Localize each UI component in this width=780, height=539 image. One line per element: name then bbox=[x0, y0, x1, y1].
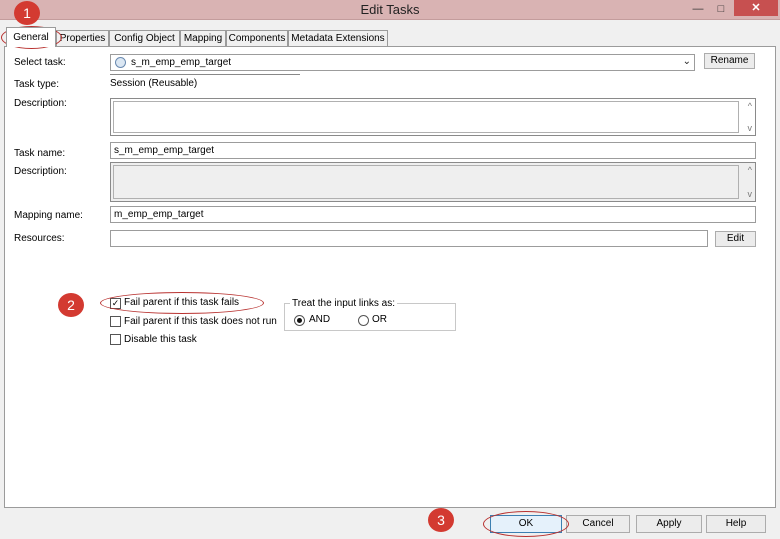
scroll-down-icon[interactable]: v bbox=[748, 189, 753, 199]
task-type-label: Task type: bbox=[14, 79, 60, 90]
tab-properties[interactable]: Properties bbox=[56, 30, 109, 46]
session-icon bbox=[115, 57, 126, 68]
annotation-marker-1: 1 bbox=[14, 1, 40, 25]
ok-button-highlight bbox=[483, 511, 569, 537]
or-radio[interactable] bbox=[358, 315, 369, 326]
rename-button[interactable]: Rename bbox=[704, 53, 755, 69]
tab-mapping[interactable]: Mapping bbox=[180, 30, 226, 46]
apply-button[interactable]: Apply bbox=[636, 515, 702, 533]
tab-components[interactable]: Components bbox=[226, 30, 288, 46]
scroll-down-icon[interactable]: v bbox=[748, 123, 753, 133]
task-type-divider bbox=[110, 74, 300, 75]
mapping-name-label: Mapping name: bbox=[14, 210, 83, 221]
description2-label: Description: bbox=[14, 166, 67, 177]
or-radio-label: OR bbox=[372, 314, 387, 325]
maximize-icon[interactable]: □ bbox=[708, 0, 734, 18]
title-bar: Edit Tasks — □ ✕ bbox=[0, 0, 780, 20]
scroll-up-icon[interactable]: ^ bbox=[748, 165, 752, 175]
description-textarea[interactable]: ^ v bbox=[110, 98, 756, 136]
fail-parent-highlight bbox=[100, 292, 264, 314]
disable-task-label: Disable this task bbox=[124, 334, 197, 345]
chevron-down-icon: ⌄ bbox=[682, 56, 691, 67]
annotation-marker-3: 3 bbox=[428, 508, 454, 532]
tab-config-object[interactable]: Config Object bbox=[109, 30, 180, 46]
task-name-label: Task name: bbox=[14, 148, 66, 159]
resources-input[interactable] bbox=[110, 230, 708, 247]
task-name-input[interactable]: s_m_emp_emp_target bbox=[110, 142, 756, 159]
task-description-text-area bbox=[113, 165, 739, 199]
select-task-value: s_m_emp_emp_target bbox=[131, 57, 232, 68]
and-radio[interactable] bbox=[294, 315, 305, 326]
select-task-label: Select task: bbox=[14, 57, 66, 68]
cancel-button[interactable]: Cancel bbox=[566, 515, 630, 533]
edit-button[interactable]: Edit bbox=[715, 231, 756, 247]
tab-metadata-extensions[interactable]: Metadata Extensions bbox=[288, 30, 388, 46]
description-text-area[interactable] bbox=[113, 101, 739, 133]
scroll-up-icon[interactable]: ^ bbox=[748, 101, 752, 111]
disable-task-checkbox[interactable] bbox=[110, 334, 121, 345]
task-description-textarea: ^ v bbox=[110, 162, 756, 202]
description-label: Description: bbox=[14, 98, 67, 109]
select-task-dropdown[interactable]: s_m_emp_emp_target ⌄ bbox=[110, 54, 695, 71]
input-links-legend: Treat the input links as: bbox=[290, 298, 398, 309]
fail-parent-not-run-label: Fail parent if this task does not run bbox=[124, 316, 277, 327]
fail-parent-not-run-checkbox[interactable] bbox=[110, 316, 121, 327]
window-title: Edit Tasks bbox=[360, 2, 420, 17]
annotation-marker-2: 2 bbox=[58, 293, 84, 317]
tab-general[interactable]: General bbox=[6, 27, 56, 47]
resources-label: Resources: bbox=[14, 233, 65, 244]
help-button[interactable]: Help bbox=[706, 515, 766, 533]
mapping-name-input: m_emp_emp_target bbox=[110, 206, 756, 223]
task-type-value: Session (Reusable) bbox=[110, 78, 198, 89]
close-icon[interactable]: ✕ bbox=[734, 0, 778, 16]
and-radio-label: AND bbox=[309, 314, 331, 325]
